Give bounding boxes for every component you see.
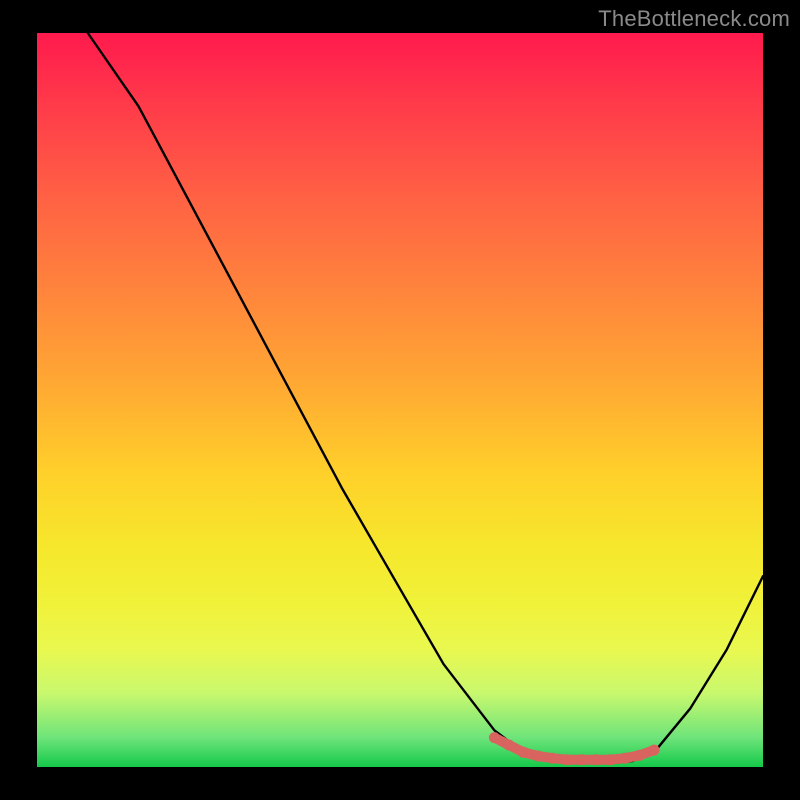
trough-marker bbox=[489, 732, 500, 743]
watermark-text: TheBottleneck.com bbox=[598, 6, 790, 32]
chart-frame: TheBottleneck.com bbox=[0, 0, 800, 800]
trough-marker bbox=[576, 754, 587, 765]
trough-marker bbox=[562, 754, 573, 765]
trough-marker bbox=[547, 753, 558, 764]
trough-marker bbox=[620, 753, 631, 764]
trough-points bbox=[489, 732, 660, 765]
trough-marker bbox=[634, 750, 645, 761]
trough-marker bbox=[532, 751, 543, 762]
trough-marker bbox=[605, 754, 616, 765]
chart-svg bbox=[37, 33, 763, 767]
trough-marker bbox=[518, 747, 529, 758]
trough-marker bbox=[649, 745, 660, 756]
trough-marker bbox=[503, 740, 514, 751]
bottleneck-curve bbox=[88, 33, 763, 763]
trough-marker bbox=[591, 754, 602, 765]
